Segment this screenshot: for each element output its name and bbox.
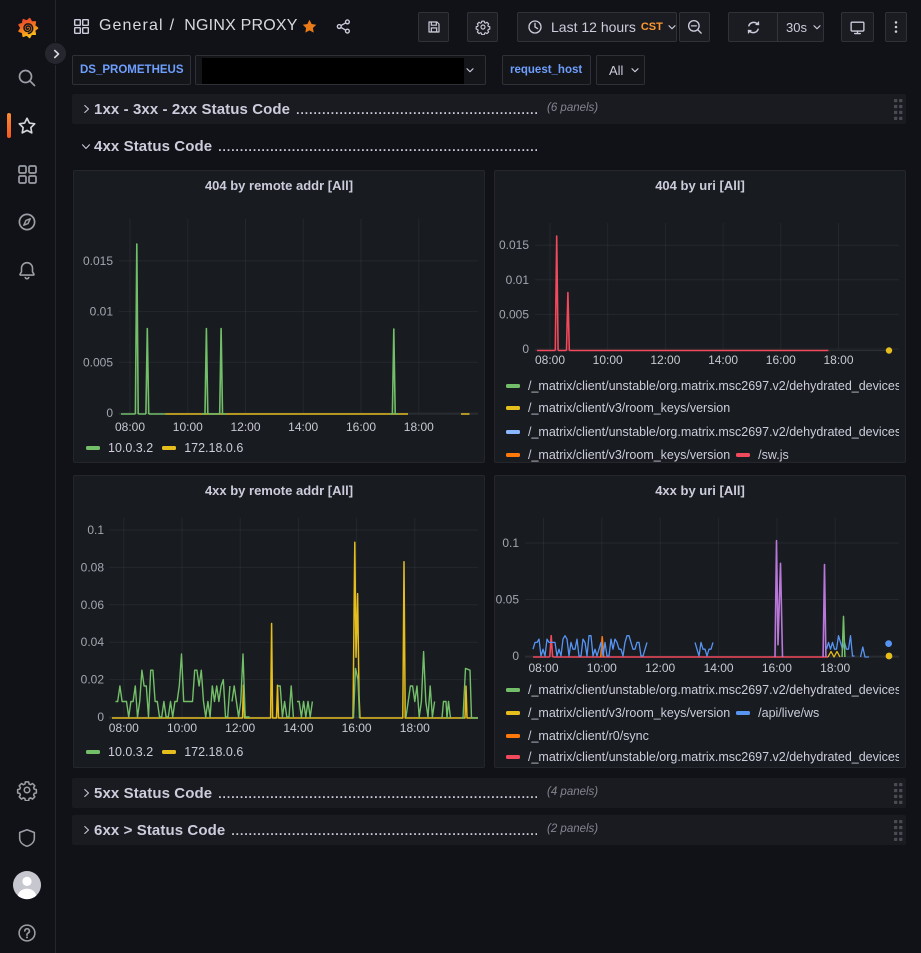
svg-text:16:00: 16:00	[346, 420, 376, 434]
svg-text:12:00: 12:00	[645, 661, 675, 675]
svg-text:0: 0	[522, 342, 529, 356]
svg-text:14:00: 14:00	[288, 420, 318, 434]
svg-text:08:00: 08:00	[535, 353, 565, 367]
svg-text:0: 0	[106, 406, 113, 420]
svg-text:0.1: 0.1	[87, 523, 104, 537]
svg-text:14:00: 14:00	[708, 353, 738, 367]
svg-text:16:00: 16:00	[342, 721, 372, 735]
svg-text:0.01: 0.01	[506, 273, 530, 287]
svg-text:0: 0	[512, 649, 519, 663]
svg-text:10:00: 10:00	[593, 353, 623, 367]
svg-text:0.05: 0.05	[496, 593, 520, 607]
svg-text:0.015: 0.015	[83, 254, 113, 268]
svg-text:18:00: 18:00	[404, 420, 434, 434]
svg-text:16:00: 16:00	[762, 661, 792, 675]
svg-text:18:00: 18:00	[400, 721, 430, 735]
svg-text:10:00: 10:00	[173, 420, 203, 434]
svg-text:0.005: 0.005	[83, 355, 113, 369]
svg-text:10:00: 10:00	[587, 661, 617, 675]
svg-text:0.04: 0.04	[81, 635, 105, 649]
svg-text:0: 0	[97, 710, 104, 724]
svg-text:12:00: 12:00	[230, 420, 260, 434]
svg-text:12:00: 12:00	[225, 721, 255, 735]
svg-text:08:00: 08:00	[528, 661, 558, 675]
svg-text:0.02: 0.02	[81, 673, 105, 687]
svg-text:14:00: 14:00	[283, 721, 313, 735]
svg-text:18:00: 18:00	[823, 353, 853, 367]
svg-text:0.01: 0.01	[90, 305, 114, 319]
svg-text:08:00: 08:00	[115, 420, 145, 434]
svg-text:0.06: 0.06	[81, 598, 105, 612]
svg-text:14:00: 14:00	[704, 661, 734, 675]
svg-text:0.015: 0.015	[499, 238, 529, 252]
svg-text:10:00: 10:00	[167, 721, 197, 735]
svg-text:0.1: 0.1	[502, 536, 519, 550]
svg-text:08:00: 08:00	[109, 721, 139, 735]
svg-text:0.005: 0.005	[499, 307, 529, 321]
svg-text:0.08: 0.08	[81, 560, 105, 574]
svg-text:16:00: 16:00	[766, 353, 796, 367]
svg-text:12:00: 12:00	[650, 353, 680, 367]
svg-text:18:00: 18:00	[820, 661, 850, 675]
